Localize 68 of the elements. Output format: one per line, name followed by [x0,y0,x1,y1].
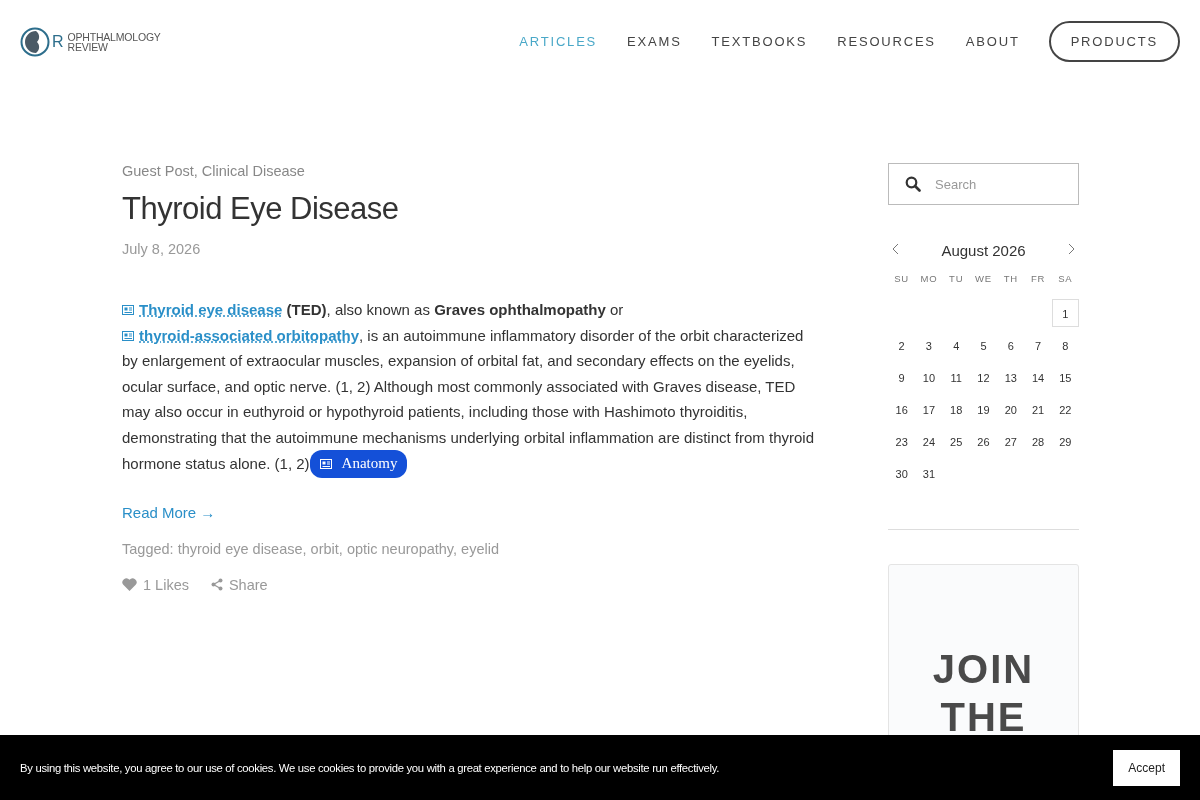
calendar-day[interactable]: 29 [1051,427,1079,455]
weekday-label: SA [1057,273,1074,286]
calendar-day[interactable]: 15 [1051,363,1079,391]
calendar-day[interactable]: 6 [997,331,1025,359]
calendar-day[interactable]: 20 [997,395,1025,423]
document-icon [122,330,134,341]
post-paragraph: Thyroid eye disease (TED), also known as Graves ophthalmopathy or thyroid-associated orbitopathy, is an autoimmune inflammatory disorder of the orbit characterized by enlargement of extraocular muscles, expansion of orbital fat, and secondary effects on the eyelids, ocular surface, and optic nerve. (1, 2) Although most commonly associated with Graves disease, TED may also occur in euthyroid or hypothyroid patients, including those with Hashimoto thyroiditis, demonstrating that the autoimmune mechanisms underlying orbital inflammation are distinct from thyroid hormone status alone. (1, 2) Anatomy [122,297,822,478]
weekday-label: TH [1002,273,1019,286]
calendar-day[interactable]: 28 [1024,427,1052,455]
products-button[interactable]: PRODUCTS [1048,21,1180,62]
anatomy-tag[interactable]: Anatomy [309,450,408,478]
calendar-day[interactable]: 22 [1051,395,1079,423]
calendar-day[interactable]: 7 [1024,331,1052,359]
chevron-left-icon [892,243,899,255]
logo-text: REVIEW [67,41,108,52]
weekday-label: WE [974,273,993,286]
calendar-day[interactable]: 19 [969,395,998,423]
accept-button[interactable]: Accept [1113,749,1180,786]
calendar-month: August 2026 [941,241,1026,259]
promo-heading: JOIN THE [931,646,1036,741]
calendar-day[interactable]: 23 [888,427,916,455]
weekday-label: MO [919,273,939,286]
calendar-day[interactable]: 11 [942,363,970,391]
share-icon [210,578,223,591]
nav-link[interactable]: EXAMS [627,34,682,49]
calendar-day[interactable]: 12 [969,363,998,391]
article-link[interactable]: Thyroid eye disease [122,301,283,318]
calendar-day[interactable]: 14 [1024,363,1052,391]
post-categories: Guest Post, Clinical Disease [122,163,306,179]
read-more-link[interactable]: Read More → [122,503,822,521]
document-icon [319,458,332,469]
calendar-day[interactable]: 4 [942,331,970,359]
search-icon [905,176,921,192]
calendar-day[interactable]: 10 [915,363,943,391]
logo-text: OPHTHALMOLOGY [67,31,161,42]
calendar-day[interactable]: 18 [942,395,970,423]
post-tags: Tagged: thyroid eye disease, orbit, optic neuropathy, eyelid [122,540,822,557]
nav-link[interactable]: ABOUT [965,34,1020,49]
weekday-label: FR [1029,273,1047,286]
chevron-right-icon [1068,243,1075,255]
calendar-day[interactable]: 8 [1051,331,1079,359]
heart-icon [122,578,137,591]
logo-letter: R [52,33,64,50]
calendar-day[interactable]: 13 [997,363,1025,391]
calendar-day[interactable]: 24 [915,427,943,455]
calendar-day[interactable]: 26 [969,427,998,455]
article-link[interactable]: thyroid-associated orbitopathy [122,326,360,344]
nav-link[interactable]: TEXTBOOKS [711,34,808,49]
calendar-day[interactable]: 25 [942,427,970,455]
calendar-day[interactable]: 27 [997,427,1025,455]
calendar-day[interactable]: 9 [888,363,916,391]
calendar-day[interactable]: 17 [915,395,943,423]
document-icon [122,305,134,315]
post-date: July 8, 2026 [122,241,202,257]
calendar-day[interactable]: 16 [888,395,916,423]
calendar-day[interactable]: 1 [1051,299,1079,327]
calendar-day[interactable]: 5 [969,331,998,359]
calendar-day[interactable]: 30 [888,459,916,487]
cookie-text: By using this website, you agree to our use of cookies. We use cookies to provide you with a great experience and to help our website run effectively. [20,761,720,774]
calendar-day[interactable]: 21 [1024,395,1052,423]
calendar-day[interactable]: 2 [888,331,916,359]
search-bar[interactable]: Search [888,163,1079,205]
calendar-day[interactable]: 31 [915,459,943,487]
nav-link[interactable]: RESOURCES [837,34,936,49]
calendar-day[interactable]: 3 [915,331,943,359]
weekday-label: SU [893,273,911,286]
post-title: Thyroid Eye Disease [122,191,400,227]
weekday-label: TU [948,273,965,286]
